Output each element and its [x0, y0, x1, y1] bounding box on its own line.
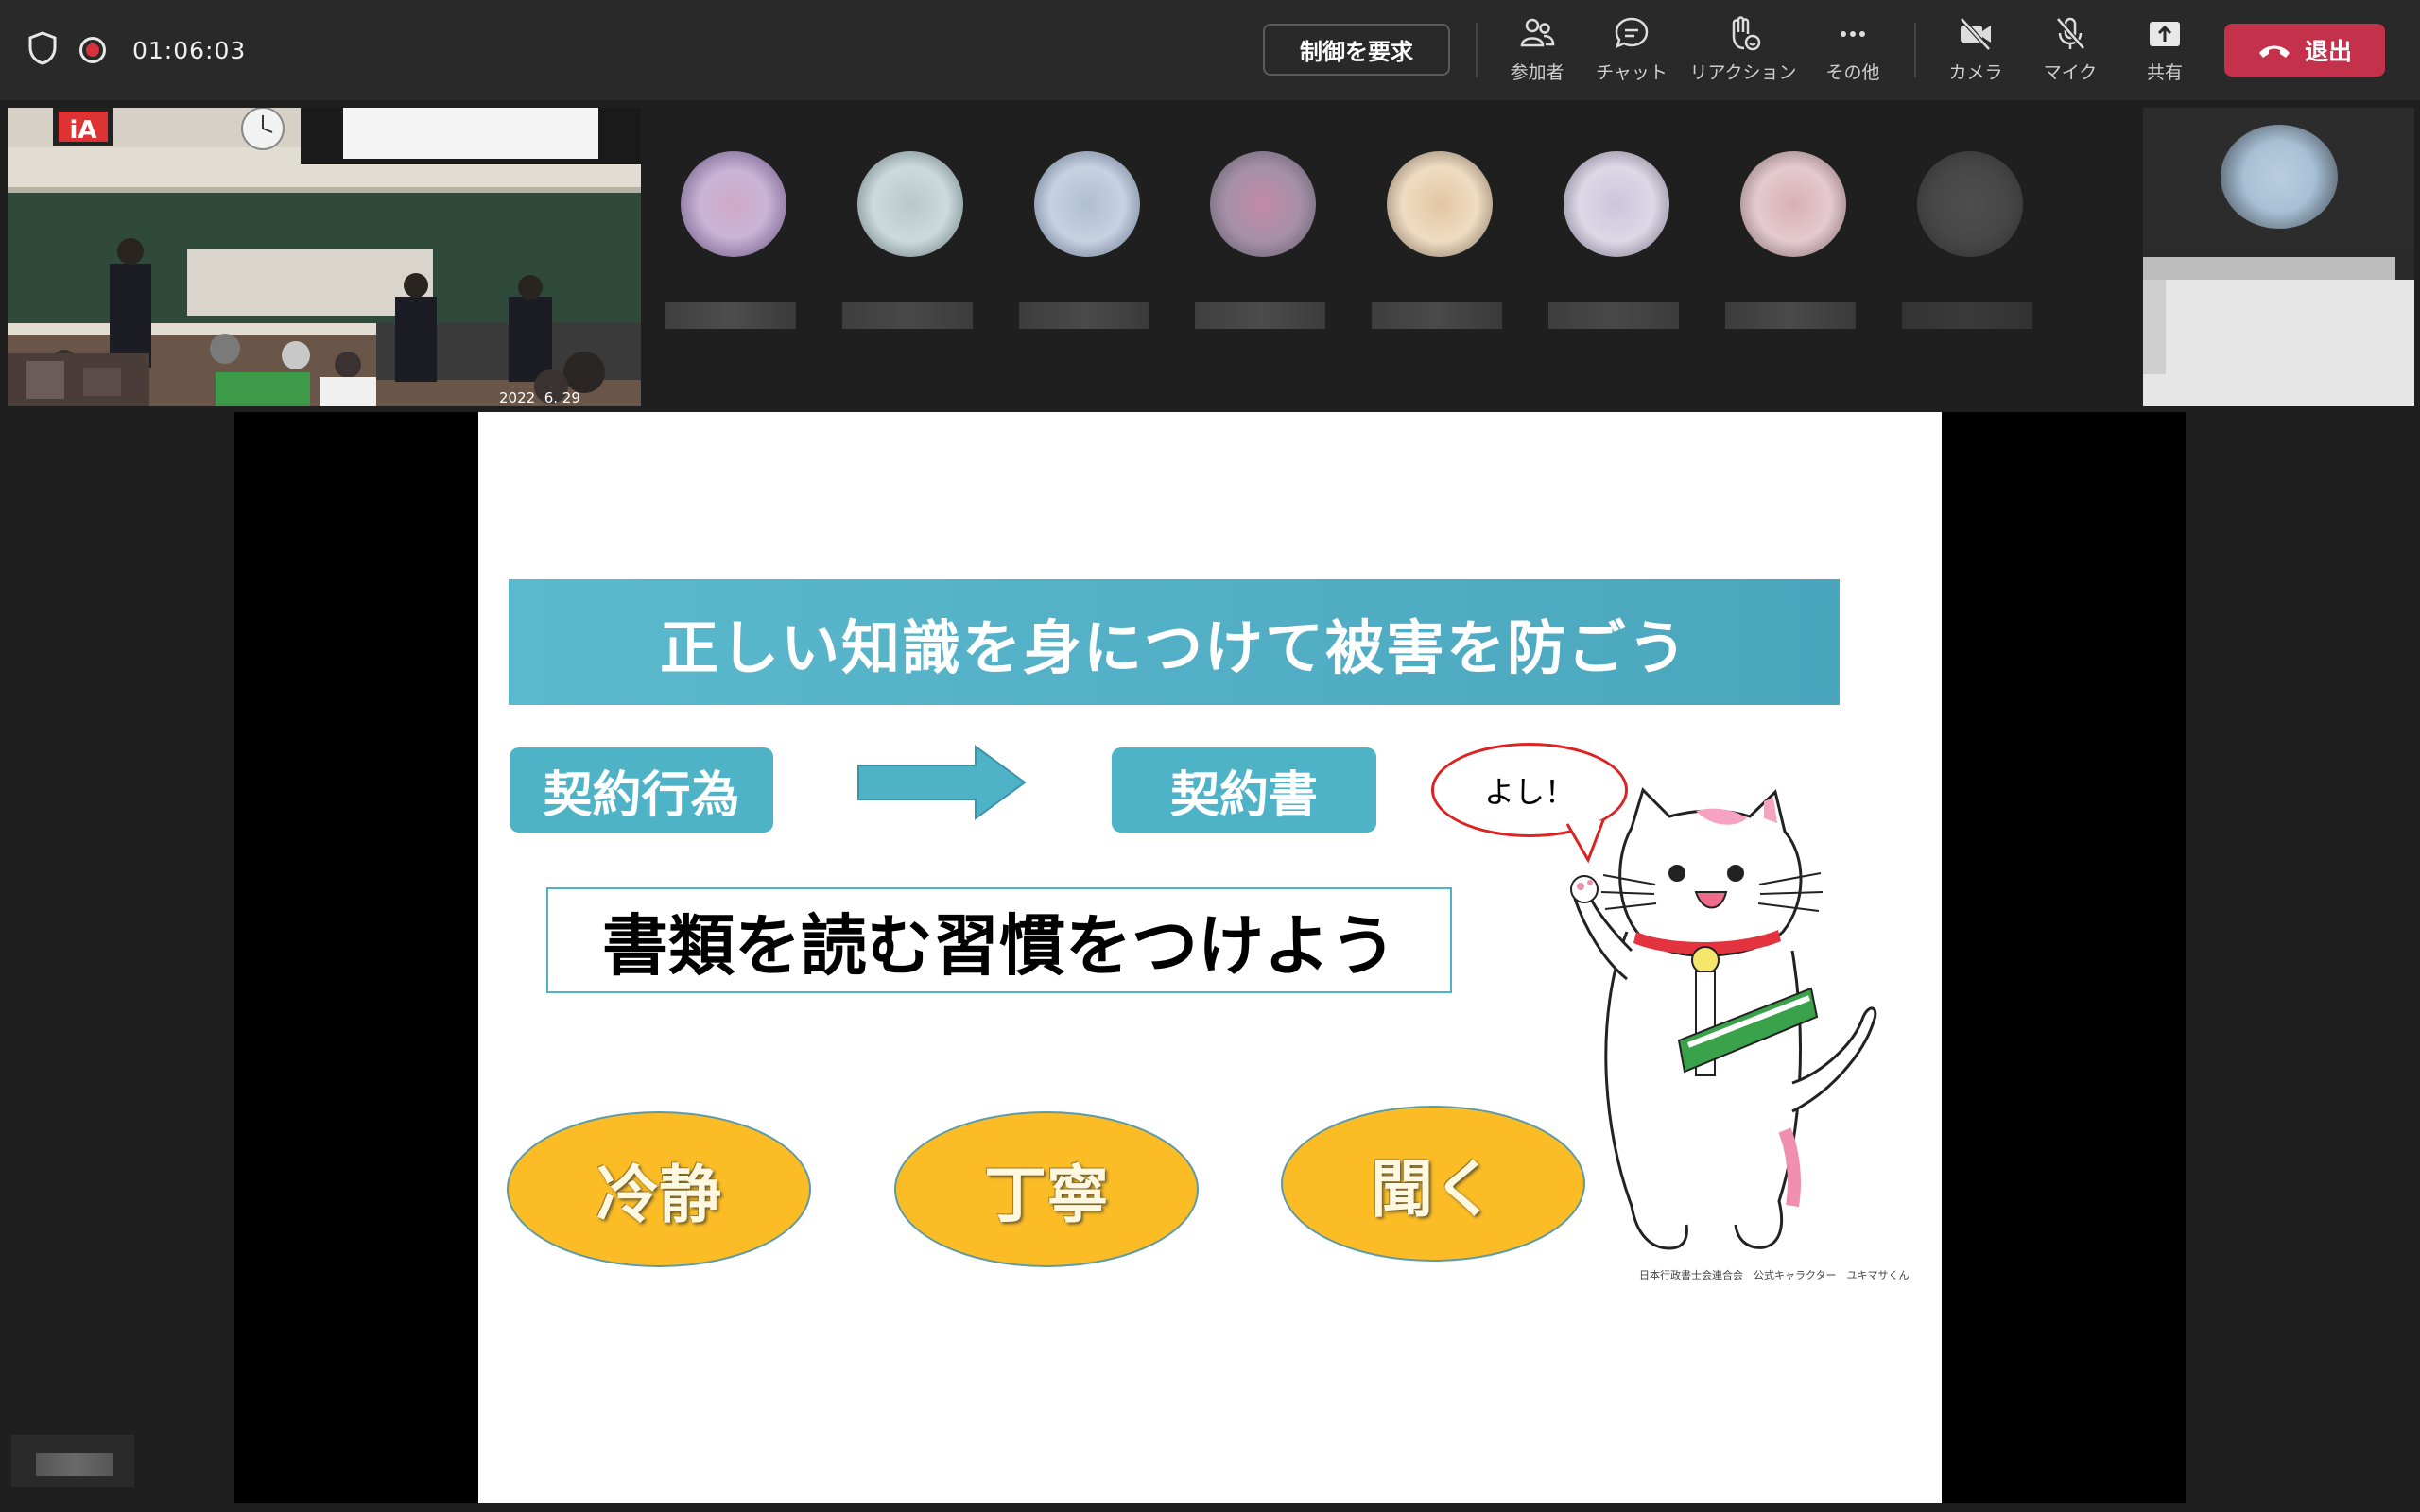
raise-hand-icon — [1732, 16, 1761, 51]
mascot-caption: 日本行政書士会連合会 公式キャラクター ユキマサくん — [1639, 1269, 1910, 1281]
share-icon — [2150, 22, 2180, 46]
participant-tile[interactable] — [1902, 151, 2032, 331]
share-label: 共有 — [2146, 62, 2183, 83]
avatar — [1210, 151, 1316, 257]
meeting-status: 01:06:03 — [26, 26, 246, 74]
participants-icon — [1520, 18, 1555, 47]
meeting-timer: 01:06:03 — [132, 36, 247, 64]
mic-button[interactable]: マイク — [2018, 13, 2122, 89]
participant-tile[interactable] — [1725, 151, 1856, 331]
participant-tile[interactable] — [1548, 151, 1679, 331]
room-sign: iA — [69, 116, 97, 145]
recording-icon — [79, 37, 106, 63]
video-timestamp: 2022 6. 29 — [499, 389, 580, 406]
chat-label: チャット — [1596, 62, 1668, 83]
camera-off-icon — [1960, 17, 1991, 51]
participant-name-blurred — [842, 302, 973, 329]
participant-name-blurred — [1725, 302, 1856, 329]
avatar — [1387, 151, 1493, 257]
more-icon — [1841, 31, 1865, 37]
presentation-slide: 正しい知識を身につけて被害を防ごう 契約行為 契約書 書類を読む習慣をつけよう … — [478, 412, 1942, 1503]
participants-label: 参加者 — [1510, 62, 1564, 83]
participant-name-blurred — [1902, 302, 2032, 329]
camera-button[interactable]: カメラ — [1924, 13, 2028, 89]
avatar — [1917, 151, 2023, 257]
room-camera-video[interactable]: iA 2022 6. 29 — [8, 108, 641, 406]
avatar — [1740, 151, 1846, 257]
shield-icon[interactable] — [26, 30, 59, 70]
avatar — [2221, 125, 2338, 229]
speech-bubble-tail — [1565, 819, 1605, 864]
participant-name-blurred — [1372, 302, 1502, 329]
hang-up-icon — [2258, 45, 2290, 58]
participant-tile[interactable] — [842, 151, 973, 331]
participants-button[interactable]: 参加者 — [1485, 13, 1589, 89]
avatar — [681, 151, 786, 257]
reactions-button[interactable]: リアクション — [1689, 13, 1797, 89]
mic-label: マイク — [2043, 62, 2098, 83]
participant-tile[interactable] — [1195, 151, 1325, 331]
avatar — [1034, 151, 1140, 257]
contract-act-box: 契約行為 — [510, 747, 773, 833]
slide-banner: 正しい知識を身につけて被害を防ごう — [509, 579, 1840, 705]
chat-button[interactable]: チャット — [1580, 13, 1684, 89]
classroom-video-frame — [8, 108, 641, 406]
camera-label: カメラ — [1948, 62, 2003, 83]
participant-tile[interactable] — [1019, 151, 1150, 331]
participant-name-blurred — [1019, 302, 1150, 329]
calm-oval: 冷静 — [507, 1111, 811, 1267]
more-label: その他 — [1825, 62, 1880, 83]
avatar — [857, 151, 963, 257]
toolbar-divider — [1476, 23, 1478, 77]
self-view-tile[interactable] — [2143, 108, 2414, 406]
participant-tile[interactable] — [666, 151, 796, 331]
request-control-button[interactable]: 制御を要求 — [1263, 24, 1450, 76]
arrow-right-icon — [857, 745, 1027, 820]
participant-name-blurred — [1548, 302, 1679, 329]
contract-document-box: 契約書 — [1112, 747, 1376, 833]
leave-button[interactable]: 退出 — [2224, 24, 2385, 77]
leave-label: 退出 — [2304, 38, 2352, 65]
toolbar-divider — [1914, 23, 1916, 77]
reactions-label: リアクション — [1689, 62, 1797, 83]
chat-icon — [1615, 17, 1649, 49]
polite-oval: 丁寧 — [894, 1111, 1199, 1267]
reading-habit-box: 書類を読む習慣をつけよう — [546, 887, 1452, 993]
mic-off-icon — [2056, 17, 2085, 50]
meeting-toolbar: 01:06:03 制御を要求 参加者 チャット リアクション その他 カメラ マ… — [0, 0, 2420, 100]
participant-tile[interactable] — [1372, 151, 1502, 331]
participant-name-blurred — [666, 302, 796, 329]
share-button[interactable]: 共有 — [2113, 13, 2217, 89]
participant-name-blurred — [1195, 302, 1325, 329]
more-button[interactable]: その他 — [1801, 13, 1905, 89]
presenter-name-blurred — [11, 1435, 134, 1487]
avatar — [1564, 151, 1669, 257]
